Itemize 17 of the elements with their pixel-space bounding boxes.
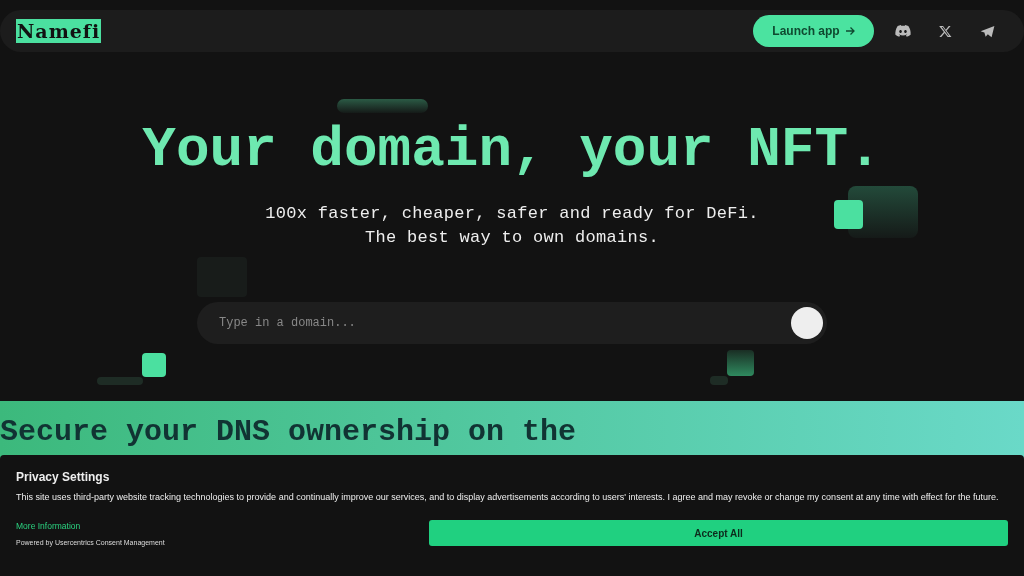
more-information-link[interactable]: More Information	[16, 520, 429, 531]
arrow-right-icon	[844, 26, 855, 36]
discord-icon	[895, 25, 911, 37]
search-button[interactable]	[791, 307, 823, 339]
logo[interactable]: Namefi	[16, 19, 102, 43]
hero-title: Your domain, your NFT.	[142, 118, 882, 182]
x-logo-icon	[938, 24, 952, 38]
banner-title: Privacy Settings	[16, 470, 111, 484]
hero-subtitle: 100x faster, cheaper, safer and ready for DeFi.	[265, 203, 759, 225]
launch-app-button[interactable]: Launch app	[753, 15, 874, 47]
domain-input[interactable]: Type in a domain...	[217, 315, 791, 331]
banner-text: This site uses third-party website tracking technologies to provide and continually improve our services, and to display advertisements according to users' interests. I agree and may revoke or change my consent at any time with effect for the future.	[16, 491, 1000, 503]
paper-plane-icon	[979, 24, 995, 38]
accept-all-button[interactable]: Accept All	[429, 520, 1008, 546]
hero-subtitle: The best way to own domains.	[363, 227, 660, 249]
domain-search-field[interactable]: Type in a domain...	[197, 302, 827, 344]
section-heading: Secure your DNS ownership on the	[0, 415, 578, 449]
